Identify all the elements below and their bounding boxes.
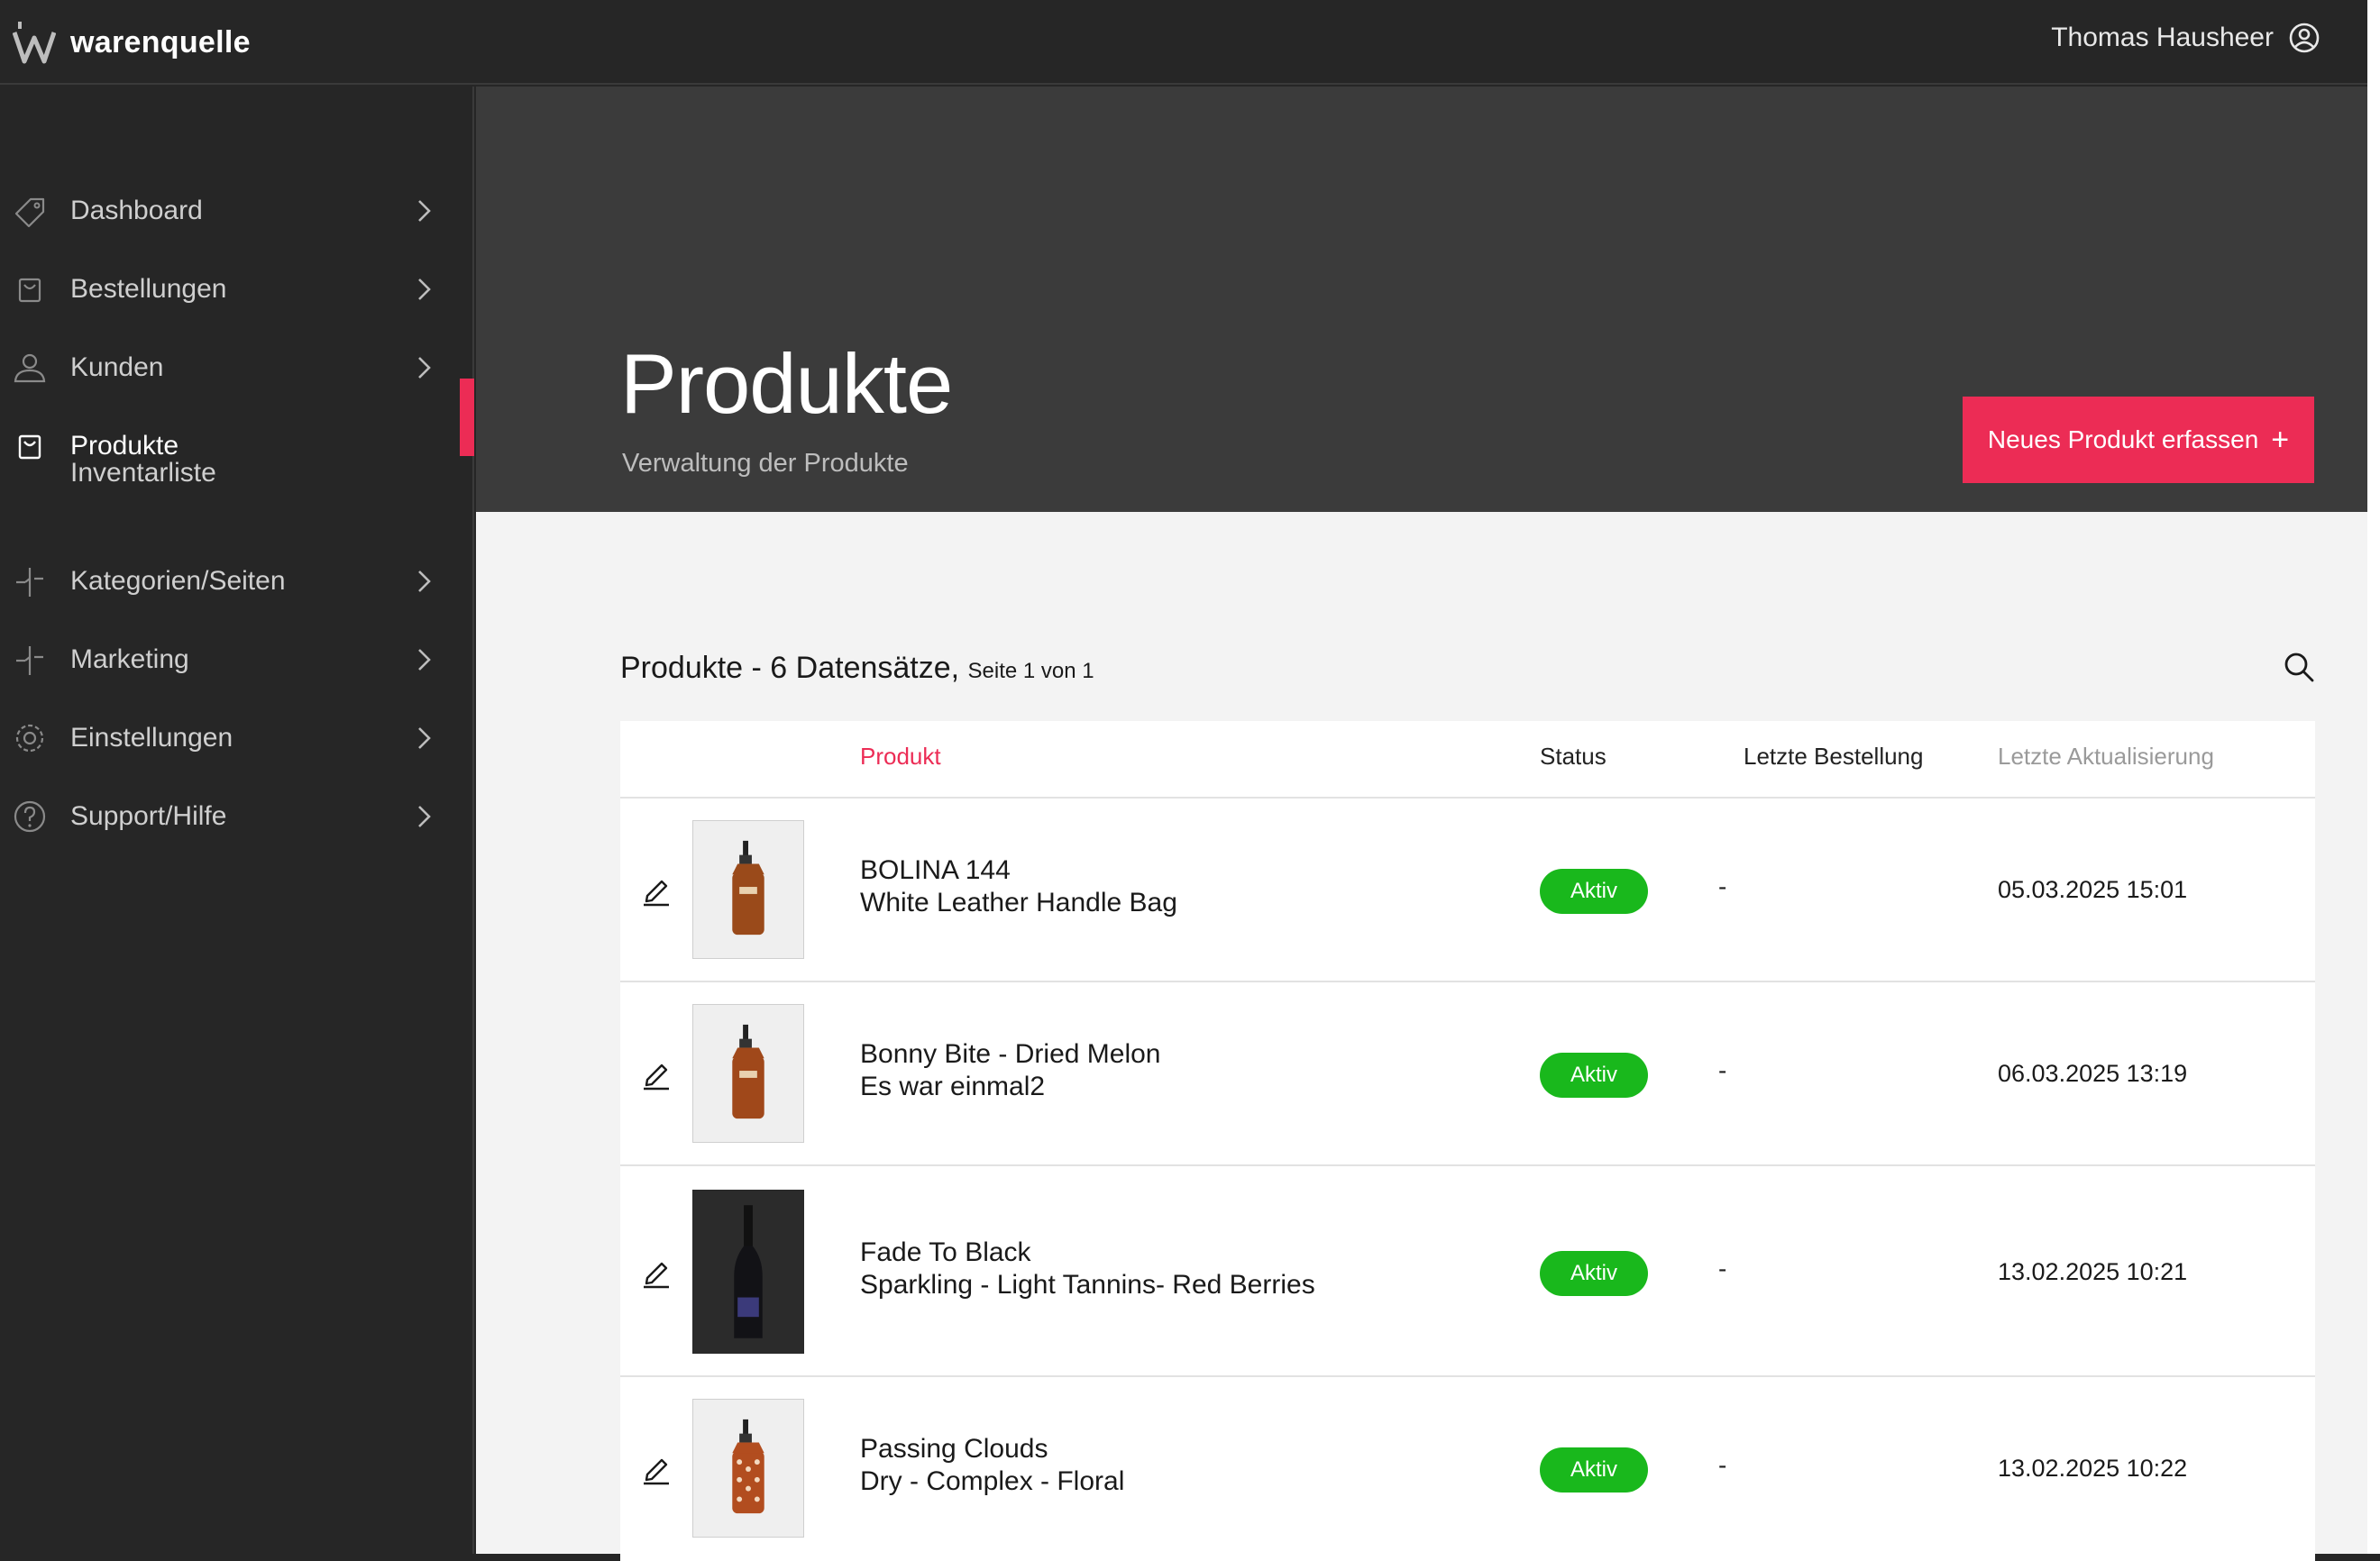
gear-icon [15,724,44,753]
sidebar-item-label: Kategorien/Seiten [70,566,286,596]
record-count: Produkte - 6 Datensätze, [620,651,960,685]
new-product-button[interactable]: Neues Produkt erfassen + [1963,397,2314,483]
table-row[interactable]: Fade To Black Sparkling - Light Tannins-… [620,1166,2315,1377]
logo-mark-icon [13,22,56,64]
signpost-icon [16,568,43,597]
sidebar-item-einstellungen[interactable]: Einstellungen [0,711,474,765]
chevron-right-icon [418,357,431,379]
table-header: Produkt Status Letzte Bestellung Letzte … [620,721,2315,799]
product-name: BOLINA 144 [860,855,1011,885]
product-name: Fade To Black [860,1237,1031,1267]
status-badge: Aktiv [1540,1251,1648,1296]
sidebar-item-kategorien[interactable]: Kategorien/Seiten [0,554,474,608]
chevron-right-icon [418,649,431,671]
column-header-status[interactable]: Status [1540,743,1606,771]
product-detail: Dry - Complex - Floral [860,1466,1125,1496]
sidebar-item-marketing[interactable]: Marketing [0,633,474,687]
chevron-right-icon [418,200,431,222]
edit-pencil-icon[interactable] [640,1256,673,1289]
top-bar: warenquelle Thomas Hausheer [0,0,2380,85]
table-row[interactable]: BOLINA 144 White Leather Handle Bag Akti… [620,799,2315,982]
page-title: Produkte [620,336,953,431]
user-name: Thomas Hausheer [2051,23,2274,52]
product-detail: Sparkling - Light Tannins- Red Berries [860,1270,1315,1300]
product-name: Passing Clouds [860,1434,1048,1464]
products-table: Produkt Status Letzte Bestellung Letzte … [620,721,2315,1561]
sidebar-subitem-inventarliste[interactable]: Inventarliste [70,458,216,488]
main-content: Produkte Verwaltung der Produkte Neues P… [476,87,2367,1561]
sidebar-item-kunden[interactable]: Kunden [0,341,474,395]
last-order-value: - [1718,1056,1727,1084]
last-update-value: 13.02.2025 10:21 [1998,1258,2188,1285]
product-detail: Es war einmal2 [860,1072,1046,1101]
chevron-right-icon [418,278,431,300]
chevron-right-icon [418,806,431,827]
edit-pencil-icon[interactable] [640,1058,673,1091]
last-update-value: 06.03.2025 13:19 [1998,1060,2188,1087]
sidebar-item-label: Einstellungen [70,723,233,753]
sidebar-item-label: Bestellungen [70,274,227,304]
status-badge: Aktiv [1540,1447,1648,1493]
product-thumbnail [692,1190,804,1354]
amber-bottle-icon [732,1024,764,1119]
product-name-cell: Bonny Bite - Dried Melon Es war einmal2 [860,1038,1161,1103]
column-header-last-update[interactable]: Letzte Aktualisierung [1998,743,2214,771]
plus-icon: + [2271,422,2290,457]
sidebar: Dashboard Bestellungen Kunden Produkte I… [0,87,474,1554]
column-header-product[interactable]: Produkt [860,743,941,771]
product-thumbnail [692,820,804,959]
product-thumbnail [692,1004,804,1143]
sidebar-item-label: Dashboard [70,196,203,225]
wine-bottle-icon [693,1191,803,1353]
shopping-bag-icon [18,434,41,460]
product-thumbnail [692,1399,804,1538]
pagination-info: Seite 1 von 1 [967,659,1094,683]
signpost-icon [16,646,43,675]
new-product-label: Neues Produkt erfassen [1987,425,2259,453]
page-header: Produkte Verwaltung der Produkte Neues P… [476,87,2367,512]
edit-pencil-icon[interactable] [640,874,673,907]
help-icon [14,800,46,833]
sidebar-item-label: Support/Hilfe [70,801,227,831]
page-subtitle: Verwaltung der Produkte [622,449,909,478]
product-name-cell: Fade To Black Sparkling - Light Tannins-… [860,1237,1315,1301]
sidebar-item-bestellungen[interactable]: Bestellungen [0,262,474,316]
amber-bottle-icon [732,840,764,936]
last-order-value: - [1718,1255,1727,1283]
status-badge: Aktiv [1540,1053,1648,1098]
sidebar-item-support[interactable]: Support/Hilfe [0,790,474,844]
search-icon[interactable] [2283,651,2315,683]
product-name-cell: BOLINA 144 White Leather Handle Bag [860,854,1177,919]
shopping-bag-icon [18,278,41,303]
tag-icon [14,197,45,228]
logo[interactable]: warenquelle [13,20,251,65]
product-name-cell: Passing Clouds Dry - Complex - Floral [860,1433,1124,1498]
edit-pencil-icon[interactable] [640,1453,673,1485]
last-update-value: 05.03.2025 15:01 [1998,876,2188,903]
last-update-value: 13.02.2025 10:22 [1998,1455,2188,1482]
product-detail: White Leather Handle Bag [860,888,1177,917]
table-row[interactable]: Bonny Bite - Dried Melon Es war einmal2 … [620,982,2315,1166]
last-order-value: - [1718,1451,1727,1479]
active-indicator [460,379,474,456]
product-name: Bonny Bite - Dried Melon [860,1039,1161,1069]
users-icon [14,353,46,383]
patterned-bottle-icon [732,1419,764,1514]
brand-name: warenquelle [70,24,251,59]
sidebar-item-label: Kunden [70,352,164,382]
list-heading: Produkte - 6 Datensätze, Seite 1 von 1 [620,651,1094,686]
window-edge [2367,0,2380,1554]
table-row[interactable]: Passing Clouds Dry - Complex - Floral Ak… [620,1377,2315,1561]
last-order-value: - [1718,872,1727,900]
sidebar-item-label: Marketing [70,644,189,674]
sidebar-item-label: Produkte [70,431,179,461]
chevron-right-icon [418,727,431,749]
status-badge: Aktiv [1540,869,1648,914]
user-avatar-icon [2289,23,2320,53]
chevron-right-icon [418,571,431,592]
user-menu[interactable]: Thomas Hausheer [2051,22,2320,54]
sidebar-item-dashboard[interactable]: Dashboard [0,184,474,238]
column-header-last-order[interactable]: Letzte Bestellung [1744,743,1923,771]
